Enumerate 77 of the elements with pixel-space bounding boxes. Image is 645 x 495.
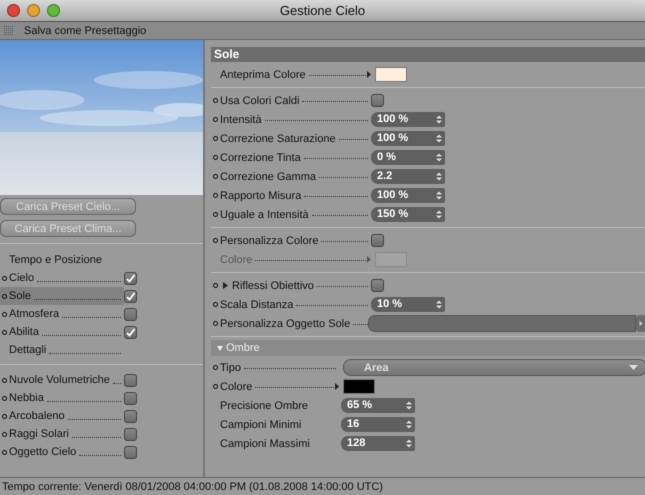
window-control-icon[interactable] (7, 4, 20, 17)
list-item[interactable]: Arcobaleno (0, 407, 124, 425)
triangle-icon[interactable] (367, 256, 371, 263)
number-field[interactable]: 0 % (371, 150, 445, 165)
panel-header: Sole (211, 47, 645, 62)
color-swatch[interactable] (375, 67, 407, 82)
list-item[interactable]: Cielo (0, 269, 124, 287)
checkbox[interactable] (124, 410, 137, 422)
list-item[interactable]: Nuvole Volumetriche (0, 371, 124, 389)
number-field[interactable]: 2.2 (371, 169, 445, 184)
list-item[interactable]: Abilita (0, 323, 124, 341)
spinner-arrows-icon[interactable] (436, 134, 442, 143)
spinner-arrows-icon[interactable] (436, 115, 442, 124)
spinner-arrows-icon[interactable] (406, 439, 412, 448)
checkbox[interactable] (371, 279, 384, 292)
window-title: Gestione Cielo (280, 3, 366, 18)
expand-icon[interactable] (223, 282, 228, 289)
field-label: Correzione Tinta (220, 152, 301, 164)
field-label: Uguale a Intensità (220, 208, 309, 220)
checkbox[interactable] (124, 374, 137, 386)
list-item[interactable]: Atmosfera (0, 305, 124, 323)
field-label: Anteprima Colore (220, 68, 306, 80)
checkbox[interactable] (124, 290, 137, 302)
field-label: Scala Distanza (220, 298, 294, 310)
number-field[interactable]: 150 % (371, 207, 445, 222)
section-heading: Tempo e Posizione (8, 254, 102, 266)
spinner-arrows-icon[interactable] (436, 300, 442, 309)
field-label: Intensità (220, 114, 262, 126)
caret-icon[interactable] (629, 364, 638, 370)
number-field[interactable]: 100 % (371, 188, 445, 203)
field-label: Usa Colori Caldi (220, 94, 300, 106)
field-label: Personalizza Colore (220, 234, 318, 246)
field-label: Personalizza Oggetto Sole (220, 318, 350, 330)
field-label: Tipo (220, 362, 241, 374)
spinner-arrows-icon[interactable] (436, 172, 442, 181)
field-label: Campioni Minimi (220, 418, 302, 430)
number-field[interactable]: 100 % (371, 131, 445, 146)
field-label: Riflessi Obiettivo (232, 280, 314, 292)
triangle-icon[interactable] (367, 71, 371, 78)
number-field[interactable]: 100 % (371, 112, 445, 127)
field-label: Colore (220, 254, 252, 266)
field-label: Colore (220, 380, 252, 392)
spinner-arrows-icon[interactable] (436, 153, 442, 162)
number-field[interactable]: 10 % (371, 297, 445, 312)
color-swatch[interactable] (343, 379, 375, 394)
field-label: Correzione Saturazione (220, 132, 336, 144)
menu-item[interactable]: Salva come Presettaggio (24, 24, 146, 36)
checkbox[interactable] (124, 308, 137, 320)
spinner-arrows-icon[interactable] (436, 210, 442, 219)
field-label: Precisione Ombre (220, 400, 308, 412)
triangle-icon[interactable] (335, 383, 339, 390)
checkbox[interactable] (124, 428, 137, 440)
number-field[interactable]: 128 (341, 436, 415, 451)
number-field[interactable]: 16 (341, 417, 415, 432)
list-item[interactable]: Sole (0, 287, 124, 305)
field-label: Rapporto Misura (220, 190, 302, 202)
list-item[interactable]: Nebbia (0, 389, 124, 407)
list-item[interactable]: Oggetto Cielo (0, 443, 124, 461)
checkbox[interactable] (371, 234, 384, 247)
field-label: Correzione Gamma (220, 170, 316, 182)
status-text: Tempo corrente: Venerdì 08/01/2008 04:00:00 PM (01.08.2008 14:00:00 UTC) (2, 480, 383, 492)
spinner-arrows-icon[interactable] (406, 401, 412, 410)
checkbox[interactable] (124, 326, 137, 338)
checkbox[interactable] (124, 392, 137, 404)
field-label: Campioni Massimi (220, 438, 310, 450)
list-item[interactable]: Dettagli (0, 341, 124, 359)
number-field[interactable]: 65 % (341, 398, 415, 413)
window-control-icon[interactable] (27, 4, 40, 17)
spinner-arrows-icon[interactable] (436, 191, 442, 200)
checkbox[interactable] (124, 272, 137, 284)
spinner-arrows-icon[interactable] (406, 420, 412, 429)
checkbox[interactable] (124, 446, 137, 458)
arrow-button-icon[interactable] (636, 315, 645, 332)
checkbox[interactable] (371, 94, 384, 107)
link-field[interactable] (368, 315, 636, 332)
window-control-icon[interactable] (47, 4, 60, 17)
list-item[interactable]: Raggi Solari (0, 425, 124, 443)
